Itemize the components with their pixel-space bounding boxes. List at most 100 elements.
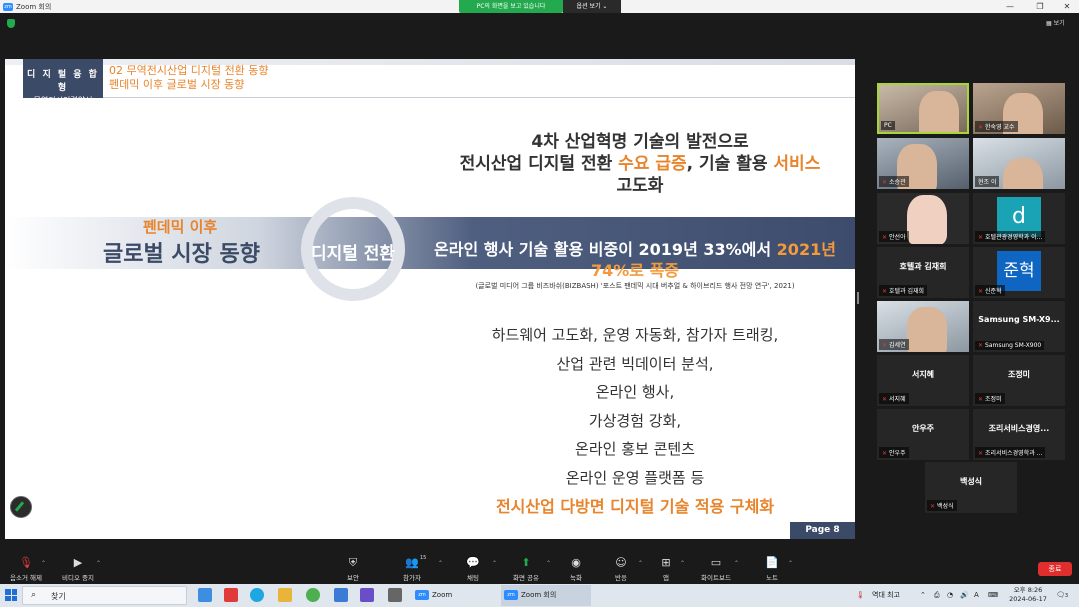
participant-tile[interactable]: 준혁 ✕ 신준혁: [973, 247, 1065, 298]
participant-name-tag: ✕ 안선아: [879, 231, 909, 242]
task-view-icon[interactable]: [198, 588, 212, 602]
participant-tile[interactable]: PC: [877, 83, 969, 134]
end-meeting-button[interactable]: 종료: [1038, 562, 1072, 576]
participants-button[interactable]: 👥 참가자 15: [396, 549, 428, 584]
zoom-app-label: Zoom: [432, 591, 453, 599]
page-number: Page 8: [790, 522, 855, 539]
list-item: 가상경험 강화,: [588, 411, 682, 430]
participants-options-caret[interactable]: ⌃: [438, 560, 443, 567]
section-title-text: 02 무역전시산업 디지털 전환 동향: [109, 64, 269, 77]
participant-tile[interactable]: ✕ 소승관: [877, 138, 969, 189]
participant-name-tag: ✕ 조리서비스경영학과 ...: [975, 447, 1046, 458]
participants-count: 15: [420, 555, 427, 561]
zoom-meeting-label: Zoom 회의: [521, 591, 557, 599]
search-placeholder: 찾기: [51, 592, 66, 601]
share-status-banner: PC의 화면을 보고 있습니다: [459, 0, 563, 13]
apps-options-caret[interactable]: ⌃: [680, 560, 685, 567]
speaker-icon[interactable]: 🔊: [960, 584, 969, 607]
file-explorer-icon[interactable]: [278, 588, 292, 602]
edge-browser-icon[interactable]: [250, 588, 264, 602]
headline-line-1: 4차 산업혁명 기술의 발전으로: [531, 132, 749, 152]
taskbar-zoom-meeting[interactable]: zm Zoom 회의: [501, 585, 591, 606]
annotate-pen-icon[interactable]: [10, 496, 32, 518]
whiteboard-label: 화이트보드: [701, 574, 731, 582]
app-icon[interactable]: [224, 588, 238, 602]
chrome-browser-icon[interactable]: [306, 588, 320, 602]
record-button[interactable]: ◉ 녹화: [562, 549, 590, 584]
chat-options-caret[interactable]: ⌃: [492, 560, 497, 567]
close-button[interactable]: ✕: [1052, 0, 1079, 13]
audio-options-caret[interactable]: ⌃: [41, 560, 46, 567]
taskbar-zoom-app[interactable]: zm Zoom: [412, 585, 498, 606]
stop-video-button[interactable]: ▶ 비디오 중지: [56, 549, 100, 584]
slide-header-box: 디 지 털 융 합 형 무역전시인력양성: [23, 59, 103, 105]
input-tools-icon[interactable]: ⌨: [988, 584, 998, 607]
media-player-icon[interactable]: [360, 588, 374, 602]
mic-muted-icon: ✕: [882, 450, 888, 457]
tray-expand-icon[interactable]: ⌃: [920, 584, 926, 607]
participant-name: 호텔과 김재희: [889, 288, 925, 295]
encryption-shield-icon[interactable]: [7, 19, 15, 28]
share-screen-button[interactable]: ⬆ 화면 공유: [508, 549, 544, 584]
chat-button[interactable]: 💬 채팅: [458, 549, 488, 584]
mic-muted-icon: ✕: [930, 503, 936, 510]
participant-tile[interactable]: 백성식 ✕ 백성식: [925, 462, 1017, 513]
share-options-caret[interactable]: ⌃: [546, 560, 551, 567]
security-label: 보안: [347, 574, 359, 582]
participant-tile[interactable]: 호텔과 김재희 ✕ 호텔과 김재희: [877, 247, 969, 298]
list-item: 산업 관련 빅데이터 분석,: [556, 354, 714, 373]
security-button[interactable]: ⛨ 보안: [338, 549, 368, 584]
apps-button[interactable]: ⊞ 앱: [652, 549, 680, 584]
camera-icon: ▶: [73, 556, 83, 569]
whiteboard-button[interactable]: ▭ 화이트보드: [696, 549, 736, 584]
video-options-caret[interactable]: ⌃: [96, 560, 101, 567]
participant-tile[interactable]: 조리서비스경영... ✕ 조리서비스경영학과 ...: [973, 409, 1065, 460]
list-item: 하드웨어 고도화, 운영 자동화, 참가자 트래킹,: [491, 326, 779, 344]
header-divider: [103, 97, 855, 98]
participant-tile[interactable]: d ✕ 호텔관광경영학과 이...: [973, 193, 1065, 244]
participant-tile[interactable]: ✕ 한숙영 교수: [973, 83, 1065, 134]
view-options-button[interactable]: 옵션 보기 ⌄: [563, 0, 621, 13]
notes-options-caret[interactable]: ⌃: [788, 560, 793, 567]
mic-muted-icon: ✕: [978, 342, 984, 349]
participant-tile[interactable]: ✕ 안선아: [877, 193, 969, 244]
participant-name: Samsung SM-X900: [985, 342, 1042, 349]
reactions-options-caret[interactable]: ⌃: [638, 560, 643, 567]
windows-start-icon[interactable]: [5, 589, 17, 601]
headline-part-a: 전시산업 디지털 전환: [459, 154, 619, 174]
tray-app-icon[interactable]: ⎙: [934, 584, 940, 607]
participant-tile[interactable]: 조정미 ✕ 조정미: [973, 355, 1065, 406]
participant-tile[interactable]: 현조 이: [973, 138, 1065, 189]
participant-tile[interactable]: 서지혜 ✕ 서지혜: [877, 355, 969, 406]
participant-name: 안선아: [889, 234, 906, 241]
weather-status[interactable]: 역대 최고: [872, 584, 900, 607]
panel-splitter-handle[interactable]: [857, 292, 859, 304]
whiteboard-options-caret[interactable]: ⌃: [734, 560, 739, 567]
participant-name-tag: ✕ 서지혜: [879, 393, 909, 404]
participant-tile[interactable]: Samsung SM-X9... ✕ Samsung SM-X900: [973, 301, 1065, 352]
apps-icon: ⊞: [661, 556, 671, 569]
participant-video: [919, 91, 959, 132]
store-icon[interactable]: [334, 588, 348, 602]
app-icon[interactable]: [388, 588, 402, 602]
participant-tile[interactable]: ✕ 김세연: [877, 301, 969, 352]
clock-date: 2024-06-17: [1009, 595, 1047, 603]
notification-icon[interactable]: 🗨3: [1056, 584, 1068, 607]
ime-indicator[interactable]: A: [974, 584, 979, 607]
participant-video: [907, 307, 947, 352]
mic-muted-icon: ✕: [978, 124, 984, 131]
weather-thermometer-icon[interactable]: 🌡: [856, 584, 865, 607]
participant-tile[interactable]: 안우주 ✕ 안우주: [877, 409, 969, 460]
minimize-button[interactable]: —: [995, 0, 1025, 13]
maximize-button[interactable]: ❐: [1025, 0, 1055, 13]
participant-display-name: 조정미: [1007, 370, 1031, 379]
list-item: 온라인 홍보 콘텐츠: [575, 440, 695, 458]
view-button[interactable]: ▦ 보기: [1046, 18, 1065, 27]
headline-line-2: 전시산업 디지털 전환 수요 급증, 기술 활용 서비스: [445, 153, 835, 175]
notes-button[interactable]: 📄 노트: [758, 549, 786, 584]
participant-name: 백성식: [937, 503, 954, 510]
taskbar-clock[interactable]: 오후 8:26 2024-06-17: [1006, 586, 1050, 604]
taskbar-search[interactable]: ⌕ 찾기: [22, 586, 187, 605]
wifi-icon[interactable]: ◔: [947, 584, 953, 607]
reactions-button[interactable]: ☺ 반응: [606, 549, 636, 584]
